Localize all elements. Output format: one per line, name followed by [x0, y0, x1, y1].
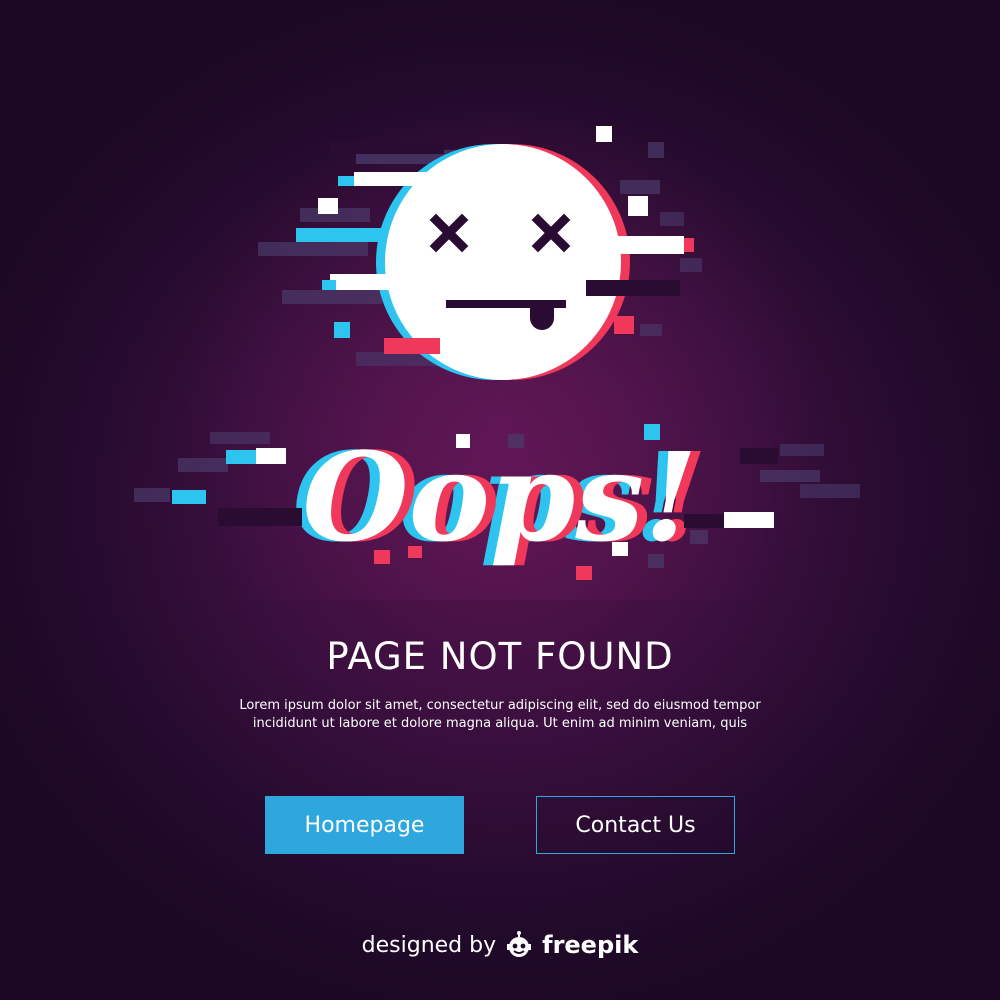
freepik-credit[interactable]: designed by freepik	[0, 930, 1000, 960]
description-line-2: incididunt ut labore et dolore magna ali…	[252, 716, 748, 731]
page-title: PAGE NOT FOUND	[326, 635, 674, 678]
description-text: Lorem ipsum dolor sit amet, consectetur …	[200, 697, 800, 733]
homepage-button[interactable]: Homepage	[265, 796, 464, 854]
glitch-illustration: Oops! Oops! Oops!	[0, 0, 1000, 600]
description-line-1: Lorem ipsum dolor sit amet, consectetur …	[239, 698, 761, 713]
contact-us-button[interactable]: Contact Us	[536, 796, 735, 854]
credit-brand: freepik	[542, 931, 639, 959]
freepik-logo-icon	[507, 931, 532, 957]
credit-prefix: designed by	[361, 932, 497, 958]
